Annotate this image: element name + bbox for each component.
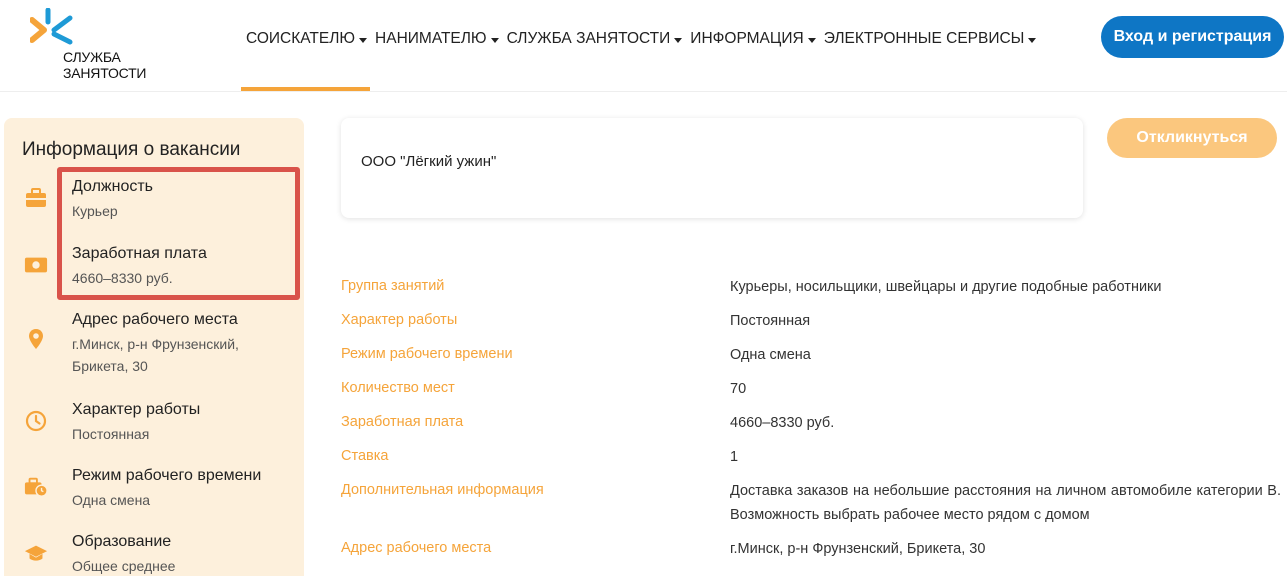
sidebar-item-label: Режим рабочего времени xyxy=(72,467,262,484)
nav-item-label: ИНФОРМАЦИЯ xyxy=(690,30,804,47)
nav-item-label: ЭЛЕКТРОННЫЕ СЕРВИСЫ xyxy=(823,30,1025,47)
nav-active-underline xyxy=(241,87,370,91)
company-name: ООО "Лёгкий ужин" xyxy=(361,153,497,170)
detail-value: г.Минск, р-н Фрунзенский, Брикета, 30 xyxy=(730,541,986,557)
highlight-box xyxy=(57,167,300,300)
sidebar-item-value: Одна смена xyxy=(72,492,151,508)
logo-text-line2: ЗАНЯТОСТИ xyxy=(63,65,147,81)
detail-label: Количество мест xyxy=(341,380,455,396)
site-header: СЛУЖБА ЗАНЯТОСТИ СОИСКАТЕЛЮ НАНИМАТЕЛЮ С… xyxy=(0,0,1287,92)
nav-item-job-seeker[interactable]: СОИСКАТЕЛЮ xyxy=(246,30,368,48)
sidebar-item-value: Постоянная xyxy=(72,426,150,442)
caret-down-icon xyxy=(1028,37,1037,43)
nav-item-e-services[interactable]: ЭЛЕКТРОННЫЕ СЕРВИСЫ xyxy=(824,30,1037,48)
caret-down-icon xyxy=(807,37,816,43)
detail-value: Одна смена xyxy=(730,347,811,363)
sidebar-item-value: Общее среднее xyxy=(72,558,176,574)
caret-down-icon xyxy=(490,37,499,43)
detail-value: Доставка заказов на небольшие расстояния… xyxy=(730,483,1281,523)
detail-value: 4660–8330 руб. xyxy=(730,415,835,431)
clock-icon xyxy=(24,409,48,433)
detail-label: Заработная плата xyxy=(341,414,464,430)
sidebar-item-label: Адрес рабочего места xyxy=(72,311,238,328)
sidebar-item-label: Образование xyxy=(72,533,172,550)
location-pin-icon xyxy=(24,327,48,351)
sidebar-item-value-line: г.Минск, р-н Фрунзенский, xyxy=(72,336,239,352)
nav-item-label: СОИСКАТЕЛЮ xyxy=(246,30,356,47)
detail-value: 1 xyxy=(730,449,739,465)
nav-item-employment-service[interactable]: СЛУЖБА ЗАНЯТОСТИ xyxy=(507,30,683,48)
briefcase-icon xyxy=(24,186,48,210)
nav-item-information[interactable]: ИНФОРМАЦИЯ xyxy=(690,30,816,48)
nav-item-employer[interactable]: НАНИМАТЕЛЮ xyxy=(375,30,499,48)
detail-label: Режим рабочего времени xyxy=(341,346,513,362)
detail-value: Курьеры, носильщики, швейцары и другие п… xyxy=(730,279,1162,295)
detail-label: Характер работы xyxy=(341,312,458,328)
caret-down-icon xyxy=(674,37,683,43)
detail-label: Группа занятий xyxy=(341,278,445,294)
nav-item-label: СЛУЖБА ЗАНЯТОСТИ xyxy=(506,30,671,47)
briefcase-clock-icon xyxy=(24,475,48,499)
detail-value: 70 xyxy=(730,381,747,397)
money-icon xyxy=(24,253,48,277)
sidebar-title: Информация о вакансии xyxy=(22,139,241,160)
login-register-button[interactable]: Вход и регистрация xyxy=(1101,16,1284,58)
main-nav: СОИСКАТЕЛЮ НАНИМАТЕЛЮ СЛУЖБА ЗАНЯТОСТИ И… xyxy=(246,30,1037,48)
respond-button[interactable]: Откликнуться xyxy=(1107,118,1277,158)
sidebar-item-value: г.Минск, р-н Фрунзенский, Брикета, 30 xyxy=(72,333,239,377)
site-logo[interactable]: СЛУЖБА ЗАНЯТОСТИ xyxy=(30,8,170,86)
caret-down-icon xyxy=(359,37,368,43)
nav-item-label: НАНИМАТЕЛЮ xyxy=(375,30,487,47)
logo-mark-icon xyxy=(30,8,73,45)
detail-label: Ставка xyxy=(341,448,389,464)
detail-label: Адрес рабочего места xyxy=(341,540,492,556)
logo-text-line1: СЛУЖБА xyxy=(63,49,121,65)
graduation-cap-icon xyxy=(24,541,48,565)
sidebar-item-value-line: Брикета, 30 xyxy=(72,358,148,374)
logo-text: СЛУЖБА ЗАНЯТОСТИ xyxy=(63,49,146,81)
company-card: ООО "Лёгкий ужин" xyxy=(341,118,1083,218)
detail-label: Дополнительная информация xyxy=(341,482,544,498)
sidebar-item-label: Характер работы xyxy=(72,401,201,418)
detail-value: Постоянная xyxy=(730,313,811,329)
